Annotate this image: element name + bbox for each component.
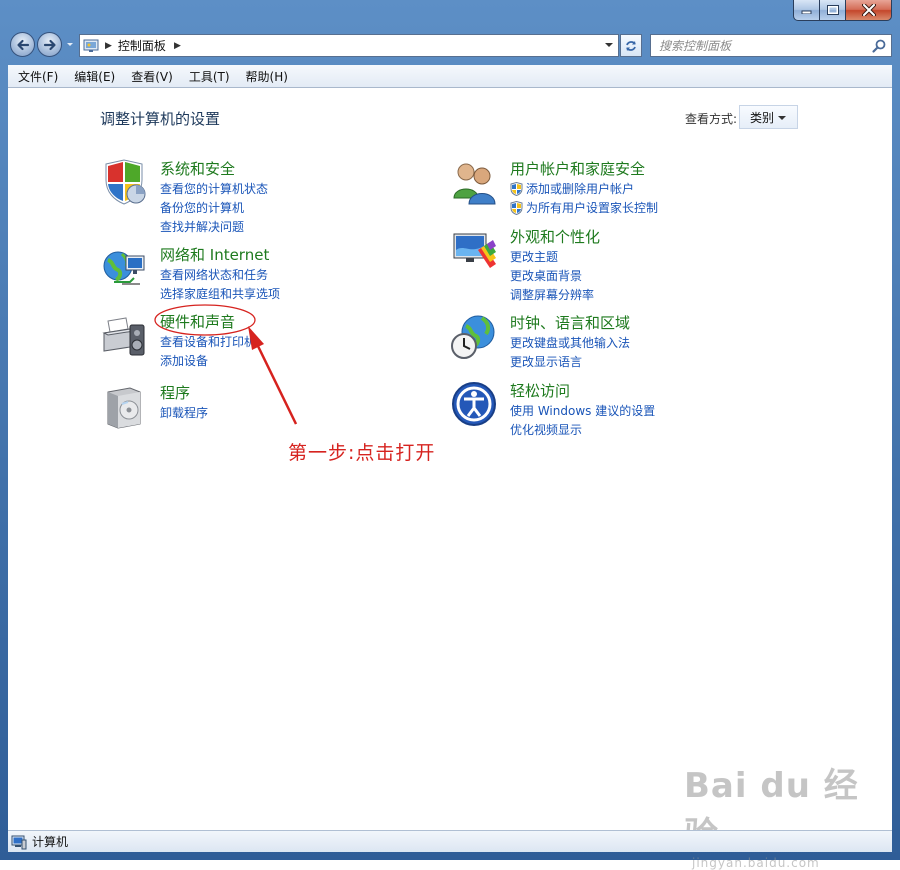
arrow-right-icon [43, 39, 56, 50]
menu-view[interactable]: 查看(V) [123, 68, 181, 85]
network-globe-icon[interactable] [100, 244, 148, 292]
annotation-text: 第一步:点击打开 [288, 442, 436, 464]
search-placeholder: 搜索控制面板 [659, 39, 732, 53]
minimize-icon [801, 10, 811, 14]
link-devices-printers[interactable]: 查看设备和打印机 [160, 333, 256, 350]
category-title-user-accounts[interactable]: 用户帐户和家庭安全 [510, 158, 645, 179]
address-bar[interactable]: ▶ 控制面板 ▶ [79, 34, 619, 57]
caption-buttons [793, 0, 892, 21]
menu-tools[interactable]: 工具(T) [181, 68, 238, 85]
address-dropdown-icon[interactable] [604, 40, 614, 50]
clock-globe-icon[interactable] [450, 312, 498, 360]
link-parental-controls-text[interactable]: 为所有用户设置家长控制 [526, 201, 658, 215]
link-troubleshoot[interactable]: 查找并解决问题 [160, 218, 244, 235]
category-user-accounts: 用户帐户和家庭安全 添加或删除用户帐户 为所有用户设置家长控制 [450, 158, 790, 218]
refresh-icon [626, 40, 636, 51]
maximize-icon [826, 5, 839, 15]
category-title-hardware-sound[interactable]: 硬件和声音 [160, 311, 235, 332]
category-title-ease-of-access[interactable]: 轻松访问 [510, 380, 570, 401]
close-button[interactable] [846, 0, 892, 21]
maximize-button[interactable] [820, 0, 846, 21]
programs-box-icon[interactable] [100, 382, 148, 430]
link-add-remove-users-text[interactable]: 添加或删除用户帐户 [526, 182, 634, 196]
uac-shield-icon [510, 201, 523, 215]
category-network-internet: 网络和 Internet 查看网络状态和任务 选择家庭组和共享选项 [100, 244, 420, 304]
search-box[interactable]: 搜索控制面板 [650, 34, 892, 57]
computer-icon [11, 835, 27, 849]
explorer-window: ▶ 控制面板 ▶ 搜索控制面板 文件(F) 编辑(E) 查看(V) 工具(T) [0, 0, 900, 870]
watermark-sub: jingyan.baidu.com [692, 856, 820, 870]
category-ease-of-access: 轻松访问 使用 Windows 建议的设置 优化视频显示 [450, 380, 790, 440]
page-title: 调整计算机的设置 [100, 110, 221, 128]
arrow-left-icon [16, 39, 29, 50]
control-panel-icon [83, 39, 99, 52]
status-bar: 计算机 [8, 830, 892, 852]
shield-icon[interactable] [100, 158, 148, 206]
category-title-network-internet[interactable]: 网络和 Internet [160, 244, 269, 265]
navigation-bar: ▶ 控制面板 ▶ 搜索控制面板 [8, 30, 892, 62]
forward-button[interactable] [37, 32, 62, 57]
category-title-system-security[interactable]: 系统和安全 [160, 158, 235, 179]
category-title-appearance[interactable]: 外观和个性化 [510, 226, 600, 247]
link-homegroup-sharing[interactable]: 选择家庭组和共享选项 [160, 285, 280, 302]
breadcrumb-separator-icon[interactable]: ▶ [105, 41, 112, 51]
back-button[interactable] [10, 32, 35, 57]
menu-bar: 文件(F) 编辑(E) 查看(V) 工具(T) 帮助(H) [8, 65, 892, 88]
menu-file[interactable]: 文件(F) [8, 68, 66, 85]
link-change-display-language[interactable]: 更改显示语言 [510, 353, 582, 370]
link-adjust-resolution[interactable]: 调整屏幕分辨率 [510, 286, 594, 303]
category-hardware-sound: 硬件和声音 查看设备和打印机 添加设备 [100, 311, 420, 371]
category-system-security: 系统和安全 查看您的计算机状态 备份您的计算机 查找并解决问题 [100, 158, 420, 234]
status-text: 计算机 [32, 835, 69, 849]
close-icon [861, 4, 876, 16]
link-uninstall-program[interactable]: 卸载程序 [160, 404, 208, 421]
category-clock-language-region: 时钟、语言和区域 更改键盘或其他输入法 更改显示语言 [450, 312, 790, 372]
uac-shield-icon [510, 182, 523, 196]
search-icon[interactable] [871, 38, 887, 54]
link-add-device[interactable]: 添加设备 [160, 352, 208, 369]
link-backup-computer[interactable]: 备份您的计算机 [160, 199, 244, 216]
minimize-button[interactable] [793, 0, 820, 21]
category-title-programs[interactable]: 程序 [160, 382, 190, 403]
baidu-watermark: Bai du 经验 jingyan.baidu.com [684, 758, 892, 870]
link-parental-controls[interactable]: 为所有用户设置家长控制 [510, 199, 658, 216]
recent-pages-dropdown-icon[interactable] [65, 39, 75, 51]
content-pane: 调整计算机的设置 查看方式: 类别 系统和安全 查看您的计算机状态 备份您的计算… [8, 88, 892, 870]
link-windows-recommended-settings[interactable]: 使用 Windows 建议的设置 [510, 402, 655, 419]
menu-edit[interactable]: 编辑(E) [66, 68, 123, 85]
category-title-clock-language-region[interactable]: 时钟、语言和区域 [510, 312, 630, 333]
breadcrumb-control-panel[interactable]: 控制面板 [118, 37, 166, 54]
link-change-keyboard[interactable]: 更改键盘或其他输入法 [510, 334, 630, 351]
link-change-desktop-background[interactable]: 更改桌面背景 [510, 267, 582, 284]
printer-speaker-icon[interactable] [100, 311, 148, 359]
category-appearance: 外观和个性化 更改主题 更改桌面背景 调整屏幕分辨率 [450, 226, 790, 302]
refresh-button[interactable] [620, 34, 642, 57]
category-programs: 程序 卸载程序 [100, 382, 420, 432]
chevron-down-icon [778, 116, 786, 120]
link-add-remove-users[interactable]: 添加或删除用户帐户 [510, 180, 634, 197]
appearance-monitor-icon[interactable] [450, 226, 498, 274]
view-by-dropdown[interactable]: 类别 [739, 105, 798, 129]
link-view-network-status[interactable]: 查看网络状态和任务 [160, 266, 268, 283]
users-icon[interactable] [450, 158, 498, 206]
view-by-value: 类别 [750, 110, 775, 125]
breadcrumb-separator-icon[interactable]: ▶ [174, 41, 181, 51]
link-change-theme[interactable]: 更改主题 [510, 248, 558, 265]
view-by-label: 查看方式: [685, 112, 738, 126]
menu-help[interactable]: 帮助(H) [238, 68, 296, 85]
link-view-computer-status[interactable]: 查看您的计算机状态 [160, 180, 268, 197]
ease-of-access-icon[interactable] [450, 380, 498, 428]
link-optimize-visual-display[interactable]: 优化视频显示 [510, 421, 582, 438]
